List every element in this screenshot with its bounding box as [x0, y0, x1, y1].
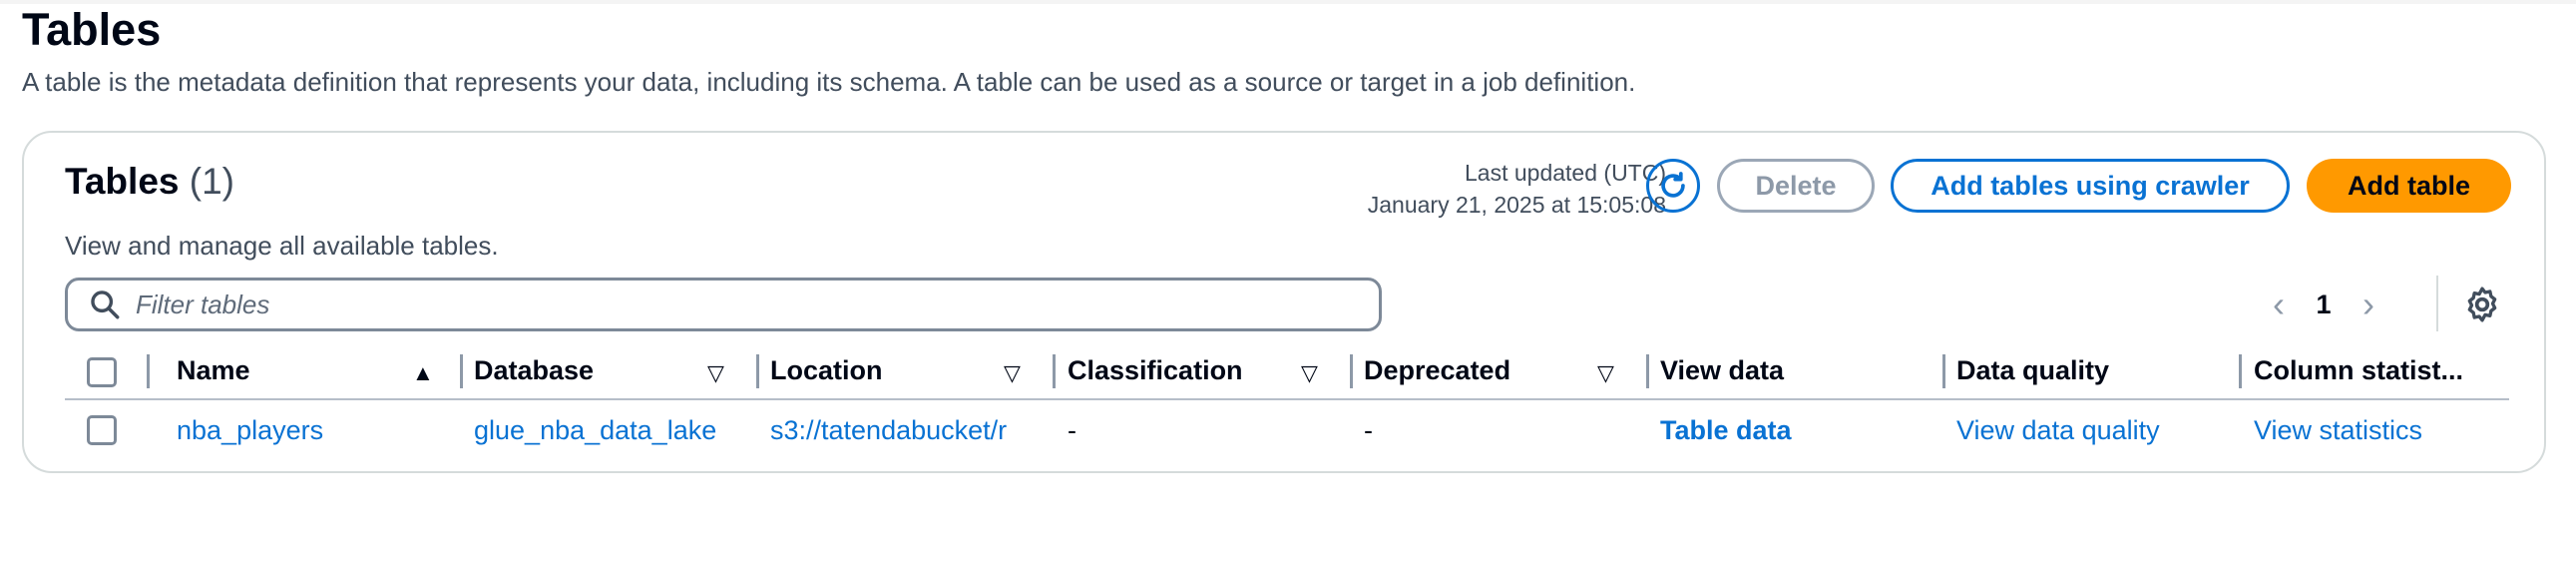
database-link[interactable]: glue_nba_data_lake — [474, 400, 753, 460]
table-header: Name ▲ Database ▽ Location ▽ Classificat… — [65, 342, 2509, 400]
pagination: ‹ 1 › — [2259, 281, 2388, 328]
column-header-data-quality: Data quality — [1956, 354, 2110, 385]
column-divider — [1350, 354, 1353, 388]
last-updated-value: January 21, 2025 at 15:05:08 — [1367, 192, 1666, 218]
page-description: A table is the metadata definition that … — [22, 67, 1636, 97]
tables-panel: Tables (1) View and manage all available… — [22, 131, 2546, 473]
column-divider — [147, 354, 150, 388]
row-checkbox[interactable] — [87, 415, 117, 445]
delete-button[interactable]: Delete — [1717, 159, 1875, 213]
table-name-link[interactable]: nba_players — [177, 400, 456, 460]
current-page[interactable]: 1 — [2299, 289, 2349, 320]
sort-icon[interactable]: ▽ — [707, 360, 724, 386]
column-divider — [1942, 354, 1945, 388]
filter-tables-input[interactable] — [134, 287, 1335, 321]
add-tables-crawler-button[interactable]: Add tables using crawler — [1891, 159, 2290, 213]
sort-icon[interactable]: ▽ — [1004, 360, 1021, 386]
column-header-deprecated[interactable]: Deprecated — [1364, 342, 1563, 398]
sort-ascending-icon[interactable]: ▲ — [412, 360, 434, 386]
sort-icon[interactable]: ▽ — [1301, 360, 1318, 386]
search-icon — [91, 290, 120, 319]
column-divider — [2239, 354, 2242, 388]
column-header-column-statistics: Column statist... — [2254, 354, 2464, 385]
add-table-button[interactable]: Add table — [2307, 159, 2511, 213]
chevron-left-icon[interactable]: ‹ — [2259, 284, 2299, 325]
page-title: Tables — [22, 4, 162, 55]
table-row: nba_players glue_nba_data_lake s3://tate… — [65, 400, 2509, 460]
column-header-classification[interactable]: Classification — [1068, 342, 1287, 398]
view-statistics-link[interactable]: View statistics — [2254, 400, 2509, 460]
select-all-checkbox[interactable] — [87, 357, 117, 387]
chevron-right-icon[interactable]: › — [2349, 284, 2388, 325]
column-divider — [460, 354, 463, 388]
gear-icon[interactable] — [2462, 285, 2502, 324]
refresh-button[interactable] — [1646, 159, 1700, 213]
panel-title: Tables (1) — [65, 161, 234, 203]
last-updated: Last updated (UTC) January 21, 2025 at 1… — [1368, 157, 1666, 221]
last-updated-label: Last updated (UTC) — [1465, 160, 1666, 186]
location-link[interactable]: s3://tatendabucket/r — [770, 400, 1038, 460]
refresh-icon — [1661, 172, 1685, 198]
panel-title-text: Tables — [65, 161, 180, 202]
table-count: (1) — [189, 161, 234, 202]
column-divider — [1646, 354, 1649, 388]
column-divider — [756, 354, 759, 388]
column-header-database[interactable]: Database — [474, 342, 673, 398]
column-header-location[interactable]: Location — [770, 342, 970, 398]
pager-divider — [2436, 276, 2438, 331]
panel-description: View and manage all available tables. — [65, 231, 499, 261]
classification-value: - — [1068, 414, 1076, 445]
sort-icon[interactable]: ▽ — [1597, 360, 1614, 386]
table-data-link[interactable]: Table data — [1660, 400, 1930, 460]
column-header-view-data: View data — [1660, 354, 1785, 385]
top-divider — [0, 0, 2576, 4]
view-data-quality-link[interactable]: View data quality — [1956, 400, 2226, 460]
column-header-name[interactable]: Name — [177, 342, 356, 398]
filter-box — [65, 278, 1382, 331]
column-divider — [1053, 354, 1056, 388]
deprecated-value: - — [1364, 414, 1373, 445]
